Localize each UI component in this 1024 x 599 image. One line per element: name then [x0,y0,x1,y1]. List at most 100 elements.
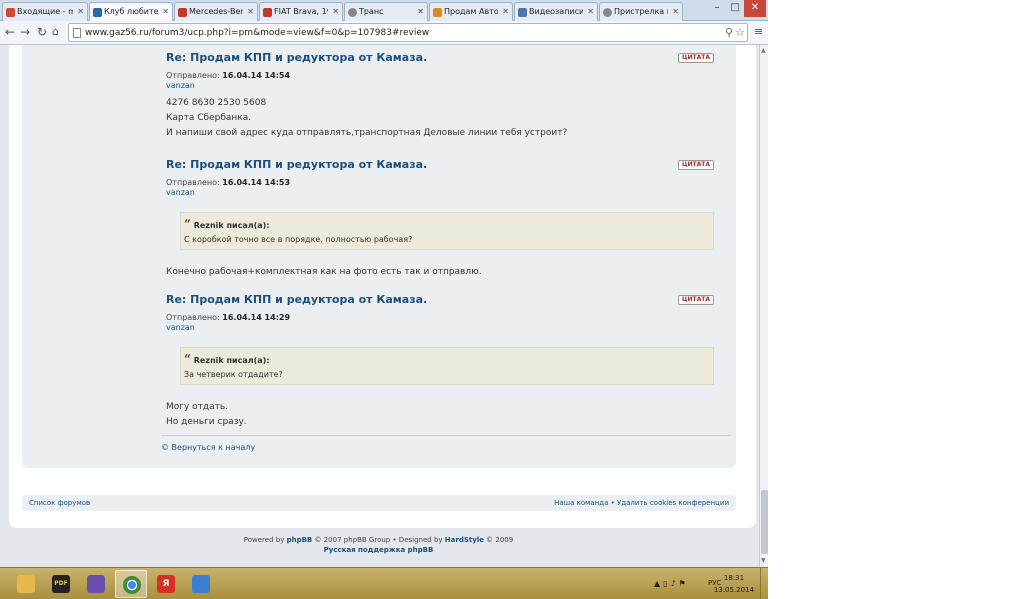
scroll-down-icon[interactable]: ▼ [761,557,766,564]
tab-fiat[interactable]: FIAT Brava, 1997 г ✕ [259,2,343,21]
volume-icon[interactable]: ♪ [671,579,679,588]
reload-icon[interactable]: ↻ [37,25,47,39]
screen: Входящие - mtz- ✕ Клуб любителей ✕ Merce… [0,0,768,599]
tab-label: Продам Автозап [444,7,498,16]
taskbar-chrome[interactable] [115,570,147,598]
show-desktop-button[interactable] [760,568,768,599]
tab-mercedes[interactable]: Mercedes-Benz E ✕ [174,2,258,21]
back-to-top-link[interactable]: © Вернуться к началу [161,443,255,452]
quote-text: С коробкой точно все в порядке, полность… [184,235,413,244]
post-title[interactable]: Re: Продам КПП и редуктора от Камаза. [166,158,734,171]
copyright-text: © 2007 phpBB Group • Designed by [314,536,443,544]
scroll-up-icon[interactable]: ▲ [761,47,766,54]
post-author[interactable]: vanzan [166,81,734,90]
close-icon[interactable]: ✕ [417,7,424,16]
tab-label: FIAT Brava, 1997 г [274,7,328,16]
quote-header: “ Reznik писал(а): [184,352,270,366]
post-date: 16.04.14 14:54 [222,71,291,80]
quote-button[interactable]: ЦИТАТА [677,160,714,170]
post-meta: Отправлено: 16.04.14 14:29 [166,313,734,322]
forward-arrow-icon[interactable]: → [20,25,30,39]
ads-icon [433,8,442,17]
quote-text: За четверик отдадите? [184,370,283,379]
action-center-icon[interactable]: ⚑ [679,579,689,588]
address-bar[interactable]: www.gaz56.ru/forum3/ucp.php?i=pm&mode=vi… [68,23,748,42]
close-icon[interactable]: ✕ [672,7,679,16]
star-icon[interactable]: ☆ [735,26,745,39]
minimize-icon[interactable]: – [708,0,726,17]
russian-support-link[interactable]: Русская поддержка phpBB [324,546,434,554]
home-icon[interactable]: ⌂ [52,25,59,39]
tray-icons: ▲▯♪⚑ [654,579,689,588]
tab-ads[interactable]: Продам Автозап ✕ [429,2,513,21]
taskbar-explorer[interactable] [10,570,42,598]
sent-label: Отправлено: [166,71,220,80]
footer-links[interactable]: Наша команда • Удалить cookies конференц… [554,499,729,507]
reader-app-icon: PDF [52,575,70,593]
post-author[interactable]: vanzan [166,323,734,332]
close-icon[interactable]: ✕ [247,7,254,16]
windows-taskbar: PDF Я ▲▯♪⚑ РУС 18:31 13.05.2014 [0,567,768,599]
tab-shooting[interactable]: Пристрелка ко ✕ [599,2,683,21]
page-credits: Powered by phpBB © 2007 phpBB Group • De… [0,535,757,555]
post-line: 4276 8630 2530 5608 [166,98,267,108]
clock[interactable]: 18:31 13.05.2014 [714,572,754,596]
close-icon[interactable]: ✕ [502,7,509,16]
tab-forum[interactable]: Клуб любителей ✕ [89,2,173,21]
back-arrow-icon[interactable]: ← [5,25,15,39]
taskbar-yandex[interactable]: Я [150,570,182,598]
quote-mark-icon: “ [184,352,191,366]
quote-button[interactable]: ЦИТАТА [677,295,714,305]
tab-inbox[interactable]: Входящие - mtz- ✕ [2,2,88,21]
post: Re: Продам КПП и редуктора от Камаза. ЦИ… [166,51,734,141]
close-icon[interactable]: ✕ [332,7,339,16]
quote-mark-icon: “ [184,217,191,231]
forum-wrapper: Re: Продам КПП и редуктора от Камаза. ЦИ… [9,45,756,528]
post-body: Могу отдать. Но деньги сразу. [166,400,247,430]
post-title[interactable]: Re: Продам КПП и редуктора от Камаза. [166,51,734,64]
paint-app-icon [87,575,105,593]
post-line: Но деньги сразу. [166,417,247,427]
tray-expand-icon[interactable]: ▲ [654,579,663,588]
sent-label: Отправлено: [166,313,220,322]
post-line: И напиши свой адрес куда отправлять,тран… [166,128,568,138]
tab-trans[interactable]: Транс ✕ [344,2,428,21]
credits-line: Powered by phpBB © 2007 phpBB Group • De… [0,535,757,545]
close-icon[interactable]: ✕ [77,7,84,16]
maximize-icon[interactable]: □ [726,0,744,17]
post-line: Карта Сбербанка. [166,113,252,123]
scroll-thumb[interactable] [761,490,768,554]
quote-button[interactable]: ЦИТАТА [677,53,714,63]
taskbar-paint[interactable] [80,570,112,598]
page-scrollbar[interactable]: ▲ ▼ [759,45,768,567]
mail-icon [6,8,15,17]
quote-author: Reznik писал(а): [193,356,270,365]
file-explorer-icon [17,575,35,593]
powered-by-text: Powered by [243,536,285,544]
vk-icon [518,8,527,17]
close-icon[interactable]: ✕ [162,7,169,16]
car-site-icon [263,8,272,17]
post-body: 4276 8630 2530 5608 Карта Сбербанка. И н… [166,96,734,141]
post-author[interactable]: vanzan [166,188,734,197]
post-line: Могу отдать. [166,402,229,412]
search-icon[interactable]: ⚲ [725,26,733,39]
close-icon[interactable]: ✕ [587,7,594,16]
network-icon[interactable]: ▯ [663,579,670,588]
phpbb-link[interactable]: phpBB [287,536,313,544]
post-line: Конечно рабочая+комплектная как на фото … [166,267,482,277]
browser-toolbar: ← → ↻ ⌂ www.gaz56.ru/forum3/ucp.php?i=pm… [0,21,768,45]
tab-label: Пристрелка ко [614,7,668,16]
forum-footer-bar: Список форумов Наша команда • Удалить co… [22,495,736,511]
address-bar-url[interactable]: www.gaz56.ru/forum3/ucp.php?i=pm&mode=vi… [85,28,429,38]
menu-icon[interactable]: ≡ [754,25,763,39]
taskbar-media[interactable] [185,570,217,598]
post-title[interactable]: Re: Продам КПП и редуктора от Камаза. [166,293,734,306]
forum-list-link[interactable]: Список форумов [29,499,90,507]
tab-videos[interactable]: Видеозаписи Сер ✕ [514,2,598,21]
hardstyle-link[interactable]: HardStyle [445,536,484,544]
taskbar-reader[interactable]: PDF [45,570,77,598]
sent-label: Отправлено: [166,178,220,187]
window-close-icon[interactable]: ✕ [744,0,766,17]
page-viewport: Re: Продам КПП и редуктора от Камаза. ЦИ… [0,45,768,567]
